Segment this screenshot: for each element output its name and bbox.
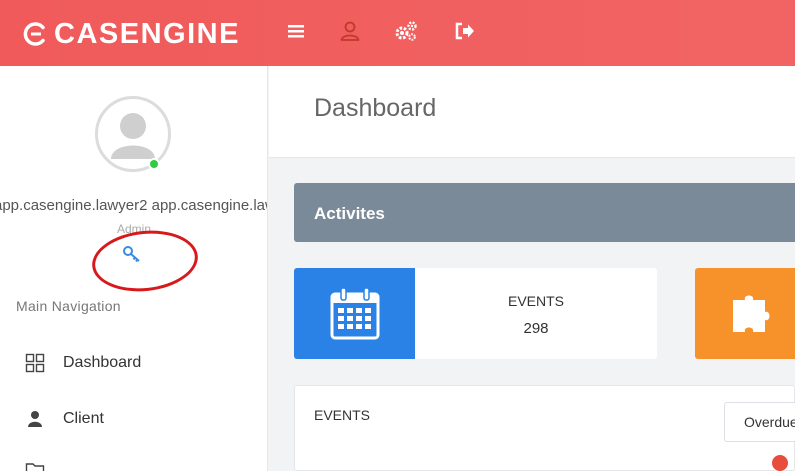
events-stat-card[interactable]: EVENTS 298 <box>294 268 657 359</box>
sidebar-item-dashboard[interactable]: Dashboard <box>0 343 267 383</box>
stat-value: 298 <box>523 320 549 337</box>
page-title: Dashboard <box>314 94 437 122</box>
casengine-logo-icon <box>23 22 45 46</box>
nav-header: Main Navigation <box>16 298 121 314</box>
avatar[interactable] <box>95 96 171 172</box>
activities-bar: Activites <box>294 183 795 242</box>
gears-icon[interactable] <box>393 18 419 44</box>
top-bar: CASENGINE <box>0 0 795 66</box>
activities-title: Activites <box>314 204 385 223</box>
sidebar-item-label: Client <box>63 410 104 427</box>
sidebar-item-client[interactable]: Client <box>0 399 267 439</box>
brand-name: CASENGINE <box>54 17 240 50</box>
person-icon <box>24 408 46 430</box>
sidebar-item-label: Dashboard <box>63 354 142 371</box>
user-name: app.casengine.lawyer2 app.casengine.lawy… <box>0 197 267 214</box>
user-icon[interactable] <box>337 18 363 44</box>
sidebar: app.casengine.lawyer2 app.casengine.lawy… <box>0 66 268 471</box>
folder-icon <box>24 458 46 471</box>
grid-icon <box>24 352 46 374</box>
notification-dot <box>772 455 788 471</box>
events-filter-select[interactable]: Overdue <box>724 402 795 442</box>
red-circle-annotation <box>89 225 201 297</box>
menu-icon[interactable] <box>283 18 309 44</box>
brand-logo[interactable]: CASENGINE <box>22 16 240 52</box>
stat-label: EVENTS <box>507 293 564 309</box>
tasks-stat-card[interactable] <box>695 268 795 359</box>
stat-icon-box <box>294 268 415 359</box>
events-panel: EVENTS Overdue <box>294 385 795 471</box>
content-header: Dashboard <box>269 66 795 158</box>
logout-icon[interactable] <box>452 18 478 44</box>
events-title: EVENTS <box>314 407 371 423</box>
puzzle-icon <box>733 295 770 332</box>
calendar-icon <box>330 286 379 339</box>
sidebar-item-folder[interactable] <box>0 449 267 471</box>
online-status-dot <box>148 158 160 170</box>
